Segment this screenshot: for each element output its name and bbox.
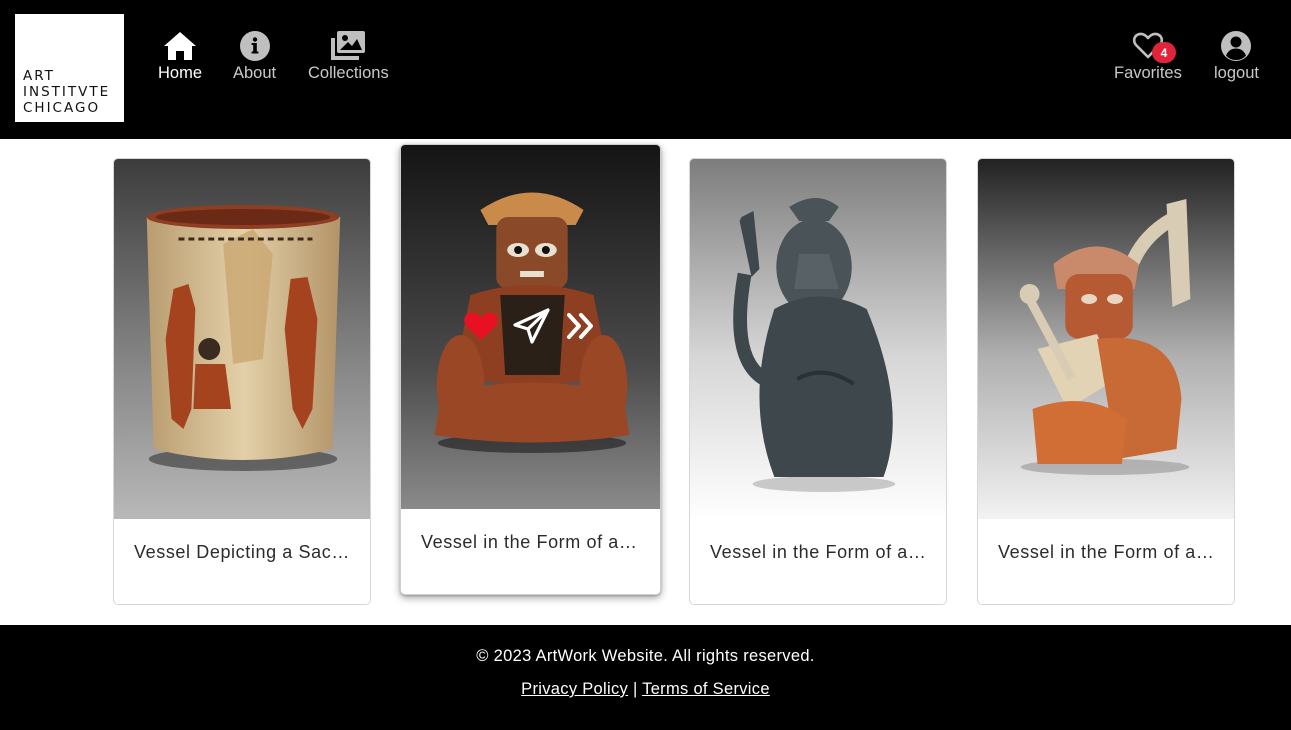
view-details-button[interactable] <box>565 311 597 346</box>
share-button[interactable] <box>513 308 551 349</box>
logo-wordmark: ART INSTITVTE CHICAGO <box>23 68 110 116</box>
artwork-card[interactable]: Vessel in the Form of a Seated Figure <box>400 144 661 595</box>
logo-line: CHICAGO <box>23 100 101 116</box>
home-icon <box>164 32 196 60</box>
double-chevron-right-icon <box>567 313 593 339</box>
terms-of-service-link[interactable]: Terms of Service <box>642 680 770 698</box>
images-icon <box>331 31 366 60</box>
copyright-text: © 2023 ArtWork Website. All rights reser… <box>476 647 815 665</box>
footer-separator: | <box>632 680 638 698</box>
heart-filled-icon <box>464 312 498 340</box>
info-icon <box>239 31 270 61</box>
logout-label: logout <box>1214 64 1259 82</box>
nav-about-label: About <box>233 64 277 82</box>
artwork-image <box>978 159 1234 519</box>
card-title: Vessel Depicting a Sacrificial Scene <box>134 542 354 562</box>
nav-about[interactable]: About <box>233 30 276 83</box>
favorites-label: Favorites <box>1114 64 1182 82</box>
paper-plane-icon <box>513 308 550 344</box>
card-title: Vessel in the Form of a Seated Figure <box>421 532 641 552</box>
nav-home[interactable]: Home <box>158 30 202 83</box>
footer-links: Privacy Policy | Terms of Service <box>0 680 1291 699</box>
nav-collections-label: Collections <box>308 64 389 82</box>
favorites-button[interactable]: 4 Favorites <box>1114 30 1182 83</box>
art-institute-logo[interactable]: ART INSTITVTE CHICAGO <box>15 14 124 122</box>
card-action-overlay <box>463 308 597 349</box>
logout-button[interactable]: logout <box>1214 30 1259 83</box>
artwork-card[interactable]: Vessel in the Form of a Seated Figure <box>689 158 947 605</box>
favorites-count-badge: 4 <box>1152 42 1176 63</box>
artwork-card[interactable]: Vessel in the Form of a Warrior <box>977 158 1235 605</box>
logo-line: INSTITVTE <box>23 84 111 100</box>
artwork-image <box>114 159 370 519</box>
logo-line: ART <box>23 68 55 84</box>
user-circle-icon <box>1221 31 1252 61</box>
top-navbar: ART INSTITVTE CHICAGO Home About Collectio… <box>0 0 1291 139</box>
privacy-policy-link[interactable]: Privacy Policy <box>521 680 628 698</box>
add-favorite-button[interactable] <box>463 310 499 347</box>
artwork-card[interactable]: Vessel Depicting a Sacrificial Scene <box>113 158 371 605</box>
nav-collections[interactable]: Collections <box>308 30 389 83</box>
nav-home-label: Home <box>158 64 203 82</box>
card-title: Vessel in the Form of a Seated Figure <box>710 542 930 562</box>
page-footer: © 2023 ArtWork Website. All rights reser… <box>0 625 1291 730</box>
artwork-image <box>690 159 946 519</box>
card-title: Vessel in the Form of a Warrior <box>998 542 1218 562</box>
